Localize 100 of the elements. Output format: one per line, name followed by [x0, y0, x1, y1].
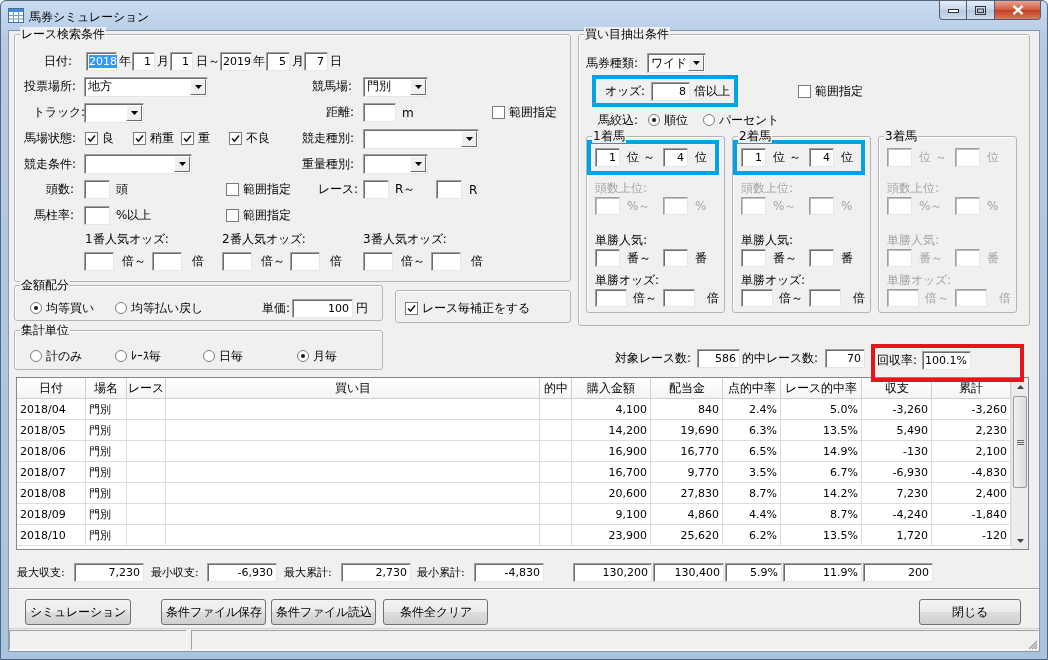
- dropdown-field[interactable]: [363, 128, 479, 149]
- input-field[interactable]: [809, 289, 841, 307]
- input-field[interactable]: 8: [651, 81, 690, 101]
- input-field[interactable]: 1: [170, 51, 193, 71]
- input-field[interactable]: 130,400: [653, 563, 724, 582]
- resize-grip-icon[interactable]: [1027, 639, 1038, 650]
- input-field[interactable]: [290, 251, 320, 271]
- input-field[interactable]: 4: [663, 148, 688, 167]
- input-field[interactable]: 2,730: [341, 563, 411, 582]
- input-field[interactable]: [595, 289, 627, 307]
- dropdown-field[interactable]: [84, 102, 144, 123]
- radio-button[interactable]: [115, 350, 127, 362]
- dropdown-button[interactable]: [410, 156, 426, 172]
- radio-button[interactable]: [297, 350, 309, 362]
- input-field[interactable]: [152, 251, 182, 271]
- checkbox[interactable]: [405, 301, 418, 315]
- input-field[interactable]: [809, 249, 834, 267]
- checkbox[interactable]: [226, 183, 239, 196]
- input-field[interactable]: 100: [292, 298, 353, 318]
- column-header[interactable]: 日付: [17, 378, 86, 399]
- dropdown-field[interactable]: [363, 154, 428, 174]
- field-label: 距離:: [326, 104, 355, 121]
- dropdown-button[interactable]: [410, 78, 426, 95]
- radio-button[interactable]: [648, 114, 660, 126]
- close-button[interactable]: [995, 1, 1041, 20]
- checkbox[interactable]: [85, 132, 98, 145]
- field-label: 最大収支:: [17, 565, 65, 580]
- dropdown-field[interactable]: [84, 154, 192, 174]
- input-field[interactable]: [663, 289, 695, 307]
- dropdown-field[interactable]: ワイド: [647, 53, 706, 73]
- input-field[interactable]: 11.9%: [783, 563, 862, 582]
- vertical-scrollbar[interactable]: [1011, 378, 1028, 549]
- column-header[interactable]: 買い目: [166, 378, 540, 399]
- action-button[interactable]: 条件ファイル読込: [271, 599, 376, 625]
- column-header[interactable]: 場名: [86, 378, 127, 399]
- input-field[interactable]: -6,930: [207, 563, 277, 582]
- input-field[interactable]: 2019: [220, 51, 252, 71]
- table-cell: 門別: [86, 525, 127, 546]
- action-button[interactable]: シミュレーション: [25, 599, 131, 625]
- checkbox[interactable]: [798, 84, 811, 98]
- input-field[interactable]: [741, 249, 766, 267]
- checkbox[interactable]: [492, 106, 505, 119]
- maximize-button[interactable]: [967, 1, 995, 20]
- input-field[interactable]: [363, 180, 389, 199]
- radio-button[interactable]: [30, 350, 42, 362]
- column-header[interactable]: 的中: [540, 378, 572, 399]
- input-field[interactable]: [741, 289, 773, 307]
- input-field[interactable]: 130,200: [573, 563, 652, 582]
- field-label: 単勝人気:: [595, 232, 648, 249]
- input-field[interactable]: 4: [809, 148, 834, 167]
- column-header[interactable]: 配当金: [651, 378, 723, 399]
- dropdown-button[interactable]: [190, 78, 206, 95]
- column-header[interactable]: 購入金額: [572, 378, 651, 399]
- input-field[interactable]: [431, 251, 461, 271]
- input-field[interactable]: [222, 251, 252, 271]
- input-field[interactable]: [84, 180, 110, 199]
- scroll-thumb[interactable]: [1013, 396, 1027, 488]
- action-button[interactable]: 条件全クリア: [383, 599, 488, 625]
- column-header[interactable]: レース: [127, 378, 166, 399]
- input-field[interactable]: 200: [863, 563, 933, 582]
- field-label: 番～: [627, 249, 651, 267]
- field-label: 番: [841, 249, 853, 267]
- input-field[interactable]: [363, 103, 396, 122]
- dropdown-field[interactable]: 地方: [84, 76, 208, 97]
- input-field[interactable]: [84, 206, 110, 225]
- input-field[interactable]: 5.9%: [725, 563, 782, 582]
- checkbox[interactable]: [226, 209, 239, 222]
- action-button[interactable]: 条件ファイル保存: [161, 599, 266, 625]
- input-field[interactable]: 1: [595, 148, 620, 167]
- radio-button[interactable]: [115, 302, 127, 314]
- input-field[interactable]: 586: [697, 348, 740, 368]
- input-field[interactable]: 1: [132, 51, 155, 71]
- column-header[interactable]: レース的中率: [781, 378, 862, 399]
- input-field[interactable]: [436, 180, 462, 199]
- input-field[interactable]: 5: [266, 51, 290, 71]
- close-dialog-button[interactable]: 閉じる: [919, 599, 1021, 625]
- dropdown-button[interactable]: [461, 130, 477, 147]
- dropdown-button[interactable]: [688, 55, 704, 71]
- input-field[interactable]: 70: [825, 348, 865, 368]
- column-header[interactable]: 点的中率: [723, 378, 781, 399]
- table-cell: 門別: [86, 441, 127, 462]
- radio-button[interactable]: [203, 350, 215, 362]
- input-field[interactable]: 7: [304, 51, 328, 71]
- dropdown-field[interactable]: 門別: [363, 76, 428, 97]
- input-field[interactable]: [84, 251, 114, 271]
- input-field[interactable]: [595, 249, 620, 267]
- checkbox[interactable]: [181, 132, 194, 145]
- radio-button[interactable]: [703, 114, 715, 126]
- input-field[interactable]: [363, 251, 393, 271]
- minimize-button[interactable]: [939, 1, 967, 20]
- input-field[interactable]: 1: [741, 148, 766, 167]
- input-field[interactable]: [663, 249, 688, 267]
- input-field[interactable]: -4,830: [474, 563, 544, 582]
- checkbox[interactable]: [133, 132, 146, 145]
- input-field[interactable]: 7,230: [74, 563, 144, 582]
- input-field[interactable]: 100.1%: [922, 350, 972, 370]
- radio-button[interactable]: [30, 302, 42, 314]
- checkbox[interactable]: [229, 132, 242, 145]
- dropdown-button[interactable]: [126, 104, 142, 121]
- dropdown-button[interactable]: [174, 156, 190, 172]
